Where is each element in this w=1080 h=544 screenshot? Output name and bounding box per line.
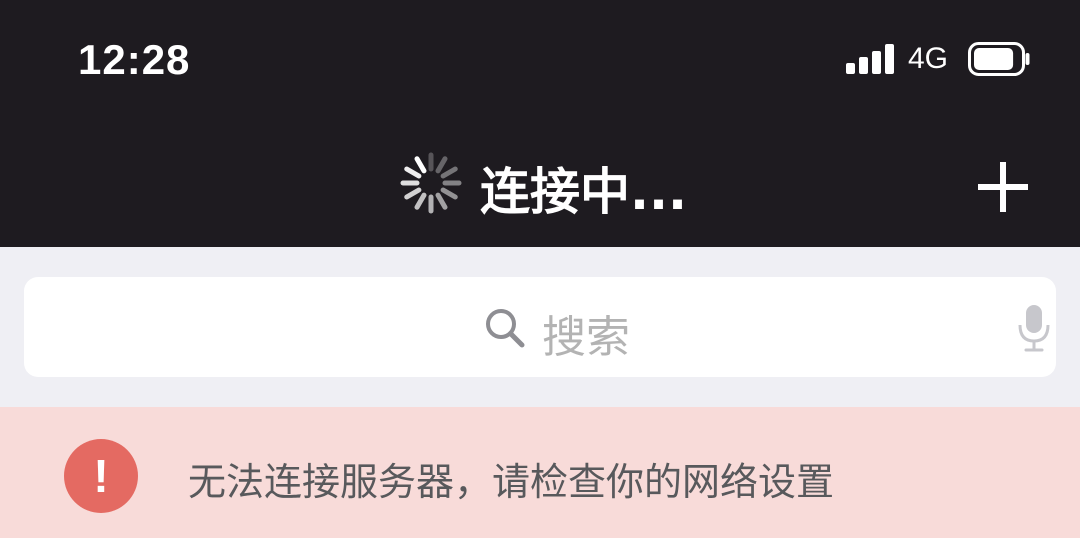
spinner-spoke [414, 192, 427, 210]
microphone-icon[interactable] [1014, 303, 1054, 353]
spinner-spoke [435, 192, 448, 210]
search-bar[interactable]: 搜索 [24, 277, 1056, 377]
list-item [0, 538, 1080, 544]
network-type: 4G [908, 42, 949, 75]
cellular-signal-icon [846, 44, 896, 74]
spinner-icon [400, 152, 462, 214]
spinner-spoke [414, 156, 427, 174]
network-error-message: 无法连接服务器，请检查你的网络设置 [188, 460, 835, 504]
alert-icon: ! [64, 439, 138, 513]
status-bar: 12:28 4G [0, 0, 1080, 110]
status-time: 12:28 [78, 36, 191, 83]
chat-list-area: 搜索 ! 无法连接服务器，请检查你的网络设置 [0, 247, 1080, 544]
spinner-spoke [440, 166, 458, 179]
spinner-spoke [404, 166, 422, 179]
search-icon [486, 309, 525, 348]
battery-icon [968, 42, 1030, 76]
spinner-spoke [440, 187, 458, 200]
spinner-spoke [435, 156, 448, 174]
search-placeholder: 搜索 [542, 312, 630, 363]
network-error-banner[interactable]: ! 无法连接服务器，请检查你的网络设置 [0, 407, 1080, 544]
nav-bar: 连接中... [0, 110, 1080, 247]
plus-icon[interactable] [972, 156, 1034, 218]
spinner-spoke [404, 187, 422, 200]
screen: 12:28 4G 连接中... 搜索 ! 无法连接服务器，请检查你的网络设置 [0, 0, 1080, 544]
nav-title: 连接中... [480, 163, 687, 221]
